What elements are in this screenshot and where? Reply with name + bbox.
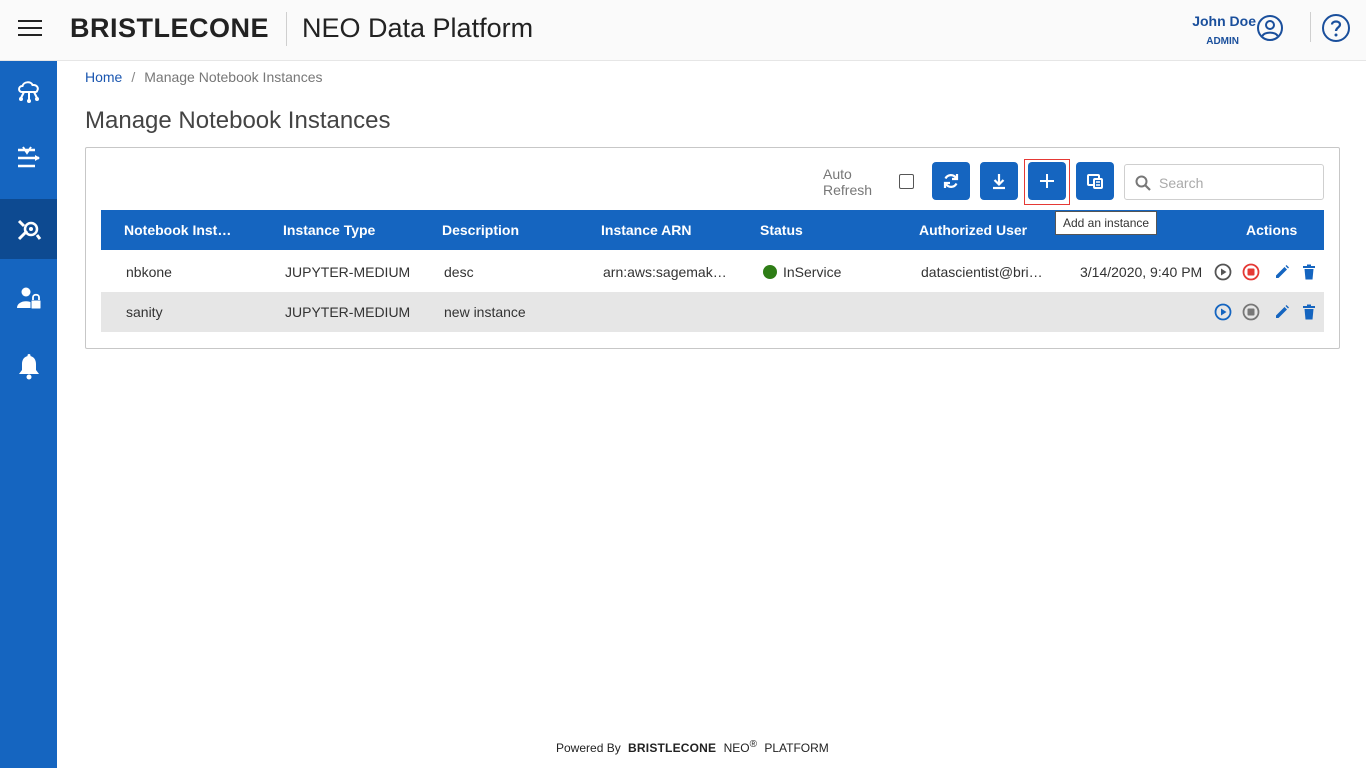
column-header-authorized-user[interactable]: Authorized User — [919, 210, 1054, 250]
brand-logo: BRISTLECONE — [70, 13, 270, 43]
pipeline-arrows-icon — [17, 146, 40, 168]
sidebar-item-pipelines[interactable] — [0, 128, 57, 188]
sidebar-item-user-admin[interactable] — [0, 268, 57, 328]
cloud-network-icon — [17, 81, 39, 103]
breadcrumb-separator: / — [131, 69, 136, 85]
add-instance-button[interactable] — [1028, 162, 1066, 200]
sidebar-item-notebooks[interactable] — [0, 199, 57, 259]
help-circle-icon[interactable] — [1321, 13, 1351, 43]
cell-created-date: 3/14/2020, 9:40 PM — [1080, 264, 1203, 280]
delete-trash-icon[interactable] — [1300, 303, 1318, 321]
breadcrumb: Home / Manage Notebook Instances — [85, 69, 322, 85]
cell-authorized-user: datascientist@bristlecone.com — [921, 264, 1047, 280]
footer-platform: PLATFORM — [764, 741, 829, 755]
sidebar-item-notifications[interactable] — [0, 337, 57, 397]
breadcrumb-home-link[interactable]: Home — [85, 69, 122, 85]
cell-instance-type: JUPYTER-MEDIUM — [285, 304, 411, 320]
footer-product: NEO — [723, 741, 750, 755]
cell-instance-arn: arn:aws:sagemaker:us-east-1 — [603, 264, 729, 280]
copy-instance-button[interactable] — [1076, 162, 1114, 200]
copy-screen-icon — [1087, 174, 1103, 189]
column-header-status[interactable]: Status — [760, 210, 900, 250]
delete-trash-icon[interactable] — [1300, 263, 1318, 281]
start-instance-icon[interactable] — [1214, 303, 1232, 321]
cell-description: new instance — [444, 304, 526, 320]
footer-registered-mark: ® — [749, 739, 757, 750]
header-divider — [286, 12, 287, 46]
top-header: BRISTLECONE NEO Data Platform John Doe A… — [0, 0, 1366, 61]
column-header-instance-arn[interactable]: Instance ARN — [601, 210, 741, 250]
add-instance-tooltip: Add an instance — [1055, 211, 1158, 235]
plus-icon — [1040, 174, 1054, 188]
edit-pencil-icon[interactable] — [1273, 263, 1291, 281]
search-icon — [1135, 175, 1151, 191]
stop-instance-icon[interactable] — [1242, 303, 1260, 321]
status-inservice-icon — [763, 265, 777, 279]
search-field[interactable] — [1124, 164, 1324, 200]
download-button[interactable] — [980, 162, 1018, 200]
cell-instance-type: JUPYTER-MEDIUM — [285, 264, 411, 280]
column-header-actions: Actions — [1246, 222, 1298, 238]
page-title: Manage Notebook Instances — [85, 107, 391, 134]
bell-icon — [18, 354, 39, 380]
auto-refresh-label-line2: Refresh — [823, 182, 873, 198]
tools-gear-icon — [17, 219, 41, 241]
search-input[interactable] — [1159, 172, 1317, 194]
footer: Powered By BRISTLECONE NEO® PLATFORM — [556, 739, 829, 755]
cell-description: desc — [444, 264, 474, 280]
cell-status-text: InService — [783, 264, 842, 280]
cell-status: InService — [763, 252, 903, 292]
user-role: ADMIN — [1206, 36, 1239, 47]
user-circle-icon[interactable] — [1256, 14, 1284, 42]
sidebar-item-data-sources[interactable] — [0, 61, 57, 121]
app-title: NEO Data Platform — [302, 13, 534, 43]
refresh-icon — [943, 174, 959, 188]
stop-instance-icon[interactable] — [1242, 263, 1260, 281]
footer-brand-logo: BRISTLECONE — [628, 741, 717, 755]
breadcrumb-current: Manage Notebook Instances — [144, 69, 323, 85]
column-header-name[interactable]: Notebook Instance Name — [124, 210, 239, 250]
hamburger-menu-icon[interactable] — [18, 20, 42, 40]
footer-powered-by: Powered By — [556, 741, 621, 755]
sidebar — [0, 61, 57, 768]
auto-refresh-checkbox[interactable] — [899, 174, 914, 189]
column-header-description[interactable]: Description — [442, 210, 582, 250]
table-row[interactable]: nbkone JUPYTER-MEDIUM desc arn:aws:sagem… — [101, 252, 1324, 292]
column-header-instance-type[interactable]: Instance Type — [283, 210, 423, 250]
auto-refresh-label: Auto Refresh — [823, 166, 872, 198]
download-icon — [993, 174, 1005, 190]
user-admin-icon — [16, 287, 41, 310]
edit-pencil-icon[interactable] — [1273, 303, 1291, 321]
table-row[interactable]: sanity JUPYTER-MEDIUM new instance — [101, 292, 1324, 332]
refresh-button[interactable] — [932, 162, 970, 200]
user-name[interactable]: John Doe — [1192, 13, 1256, 29]
header-divider — [1310, 12, 1311, 42]
start-instance-icon[interactable] — [1214, 263, 1232, 281]
cell-name: sanity — [126, 304, 163, 320]
auto-refresh-label-line1: Auto — [823, 166, 852, 182]
cell-name: nbkone — [126, 264, 172, 280]
